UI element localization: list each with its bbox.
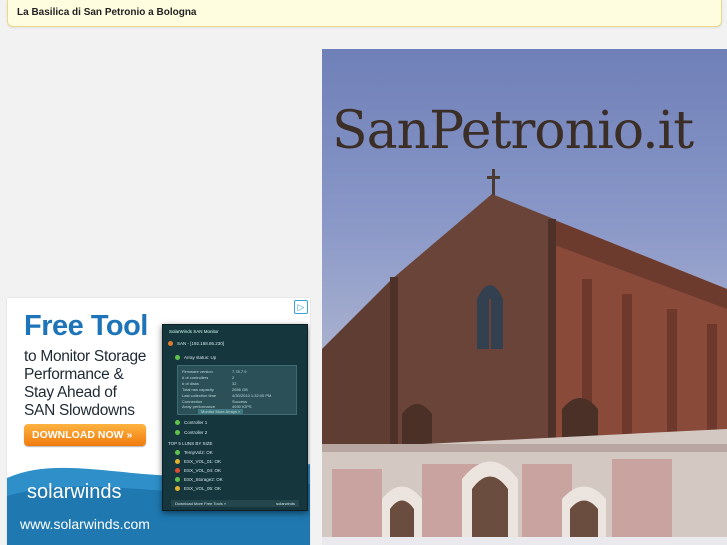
mock-detail-value: 4/30/2010 1:32:00 PM [232,393,272,398]
mock-detail-value: 7.78.7.9 [232,369,247,374]
mock-detail-key: # of disks [182,381,199,386]
mock-san-label: SAN - [192.168.86.230] [177,341,225,346]
mock-lun-label: ESX_VOL_04: OK [184,468,222,473]
ok-status-icon [175,355,180,360]
mock-monitor-button: Monitor More Arrays » [198,409,244,414]
ad-copy: to Monitor Storage Performance & Stay Ah… [24,348,174,420]
mock-lun-row: ESX_VOL_01: OK [175,459,221,464]
ok-status-icon [175,450,180,455]
ad-headline: Free Tool [24,310,148,342]
mock-footer-link: Download More Free Tools » [175,501,227,506]
top-bar: La Basilica di San Petronio a Bologna [7,0,722,27]
san-status-icon [168,341,173,346]
warning-status-icon [175,459,180,464]
mock-array-label: Array status: Up [184,355,217,360]
mock-lun-label: ESX_VOL_05: OK [184,486,222,491]
solarwinds-logo: solarwinds [27,481,122,503]
ad-copy-line: Performance & [24,366,124,383]
ok-status-icon [175,477,180,482]
hero-image: SanPetronio.it [322,49,727,545]
ad-copy-line: Stay Ahead of [24,384,117,401]
mock-lun-label: ESX_VOL_01: OK [184,459,222,464]
mock-detail-key: # of controllers [182,375,209,380]
mock-details-panel: Firmware version 7.78.7.9 # of controlle… [177,365,297,415]
mock-footer: Download More Free Tools » solarwinds [171,500,299,507]
mock-detail-key: Firmware version [182,369,213,374]
mock-controller-label: Controller 1 [184,420,208,425]
ad-product-screenshot: SolarWinds SAN Monitor SAN - [192.168.86… [162,324,308,511]
mock-window-title: SolarWinds SAN Monitor [169,329,219,334]
mock-detail-value: 32 [232,381,237,386]
mock-lun-label: TempVol2: OK [184,450,213,455]
mock-lun-row: ESX_VOL_05: OK [175,486,221,491]
mock-luns-heading: TOP 5 LUNS BY SIZE [168,441,213,446]
mock-array-row: Array status: Up [175,355,216,360]
mock-detail-key: Last collection time [182,393,217,398]
ad-copy-line: SAN Slowdowns [24,402,135,419]
mock-lun-label: ESX_Storage2: OK [184,477,223,482]
mock-san-row: SAN - [192.168.86.230] [168,341,224,346]
ad-copy-line: to Monitor Storage [24,348,147,365]
mock-controller-row: Controller 1 [175,420,207,425]
adchoices-icon[interactable]: ▷ [294,300,308,314]
mock-controller-label: Controller 2 [184,430,208,435]
error-status-icon [175,468,180,473]
mock-detail-key: Total raw capacity [182,387,214,392]
mock-controller-row: Controller 2 [175,430,207,435]
page-title: La Basilica di San Petronio a Bologna [17,7,197,18]
warning-status-icon [175,486,180,491]
ok-status-icon [175,420,180,425]
ad-url[interactable]: www.solarwinds.com [20,516,150,532]
mock-detail-value: 2 [232,375,235,380]
mock-detail-value: 2656 GB [232,387,248,392]
mock-footer-logo: solarwinds [276,501,295,506]
download-now-button[interactable]: DOWNLOAD NOW » [24,424,146,446]
mock-lun-row: ESX_VOL_04: OK [175,468,221,473]
hero-site-title: SanPetronio.it [332,101,694,161]
ok-status-icon [175,430,180,435]
advertisement[interactable]: ▷ Free Tool to Monitor Storage Performan… [7,298,310,545]
mock-lun-row: TempVol2: OK [175,450,213,455]
mock-lun-row: ESX_Storage2: OK [175,477,223,482]
